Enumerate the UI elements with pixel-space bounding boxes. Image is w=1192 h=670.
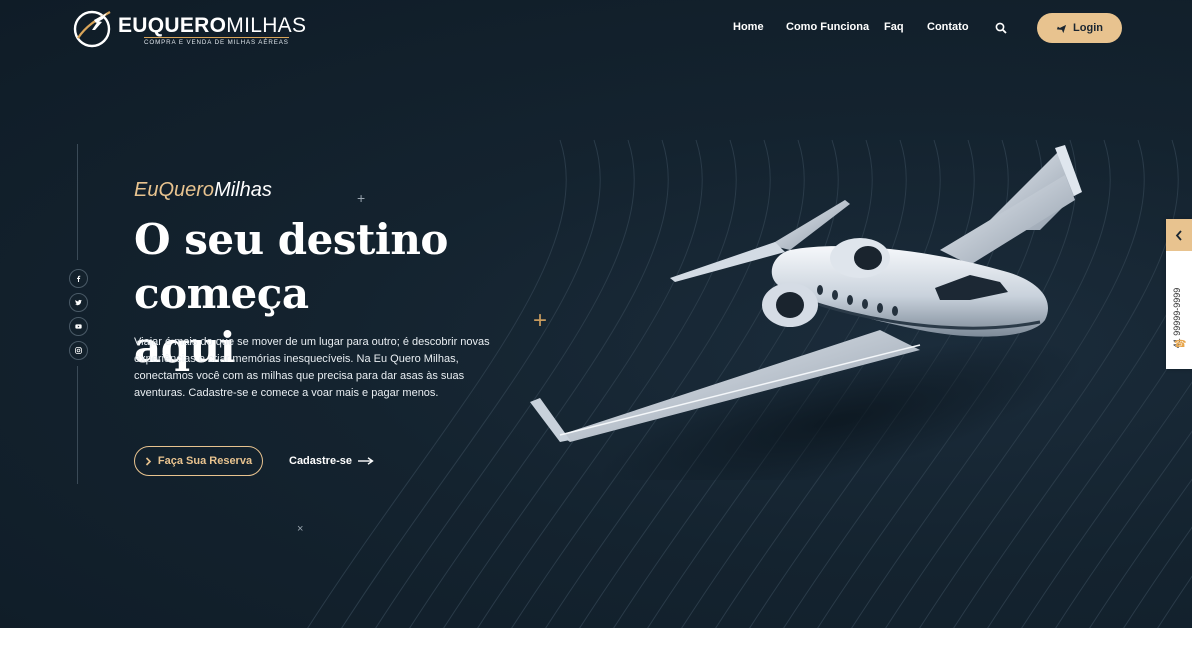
logo-name-bold: EUQUERO	[118, 14, 227, 37]
chevron-left-icon[interactable]	[1166, 219, 1192, 251]
eyebrow-gold: EuQuero	[134, 179, 215, 201]
hero-section: EUQUEROMILHAS COMPRA E VENDA DE MILHAS A…	[0, 0, 1192, 628]
nav-contato[interactable]: Contato	[927, 21, 969, 33]
signup-label: Cadastre-se	[289, 455, 352, 467]
plus-decoration-icon: +	[357, 190, 366, 206]
login-label: Login	[1073, 22, 1103, 34]
arrow-right-icon	[357, 457, 374, 465]
logo-name-light: MILHAS	[226, 14, 307, 37]
phone-icon: ☎	[1174, 339, 1187, 350]
rail-divider-top	[77, 144, 78, 260]
nav-faq[interactable]: Faq	[884, 21, 904, 33]
rail-divider-bottom	[77, 366, 78, 484]
decorative-line	[1123, 526, 1192, 628]
reserve-label: Faça Sua Reserva	[157, 455, 253, 467]
cross-decoration-icon: ×	[297, 523, 304, 535]
hero-description: Viajar é mais do que se mover de um luga…	[134, 336, 490, 399]
search-icon[interactable]	[995, 22, 1007, 34]
reserve-button[interactable]: Faça Sua Reserva	[134, 446, 263, 476]
chevron-right-icon	[145, 456, 152, 466]
eyebrow-white: Milhas	[214, 179, 272, 201]
headline-line-1: O seu destino começa	[134, 215, 448, 318]
login-button[interactable]: Login	[1037, 13, 1122, 43]
hero-eyebrow: EuQueroMilhas	[134, 179, 272, 202]
logo-wordmark: EUQUEROMILHAS	[118, 14, 306, 38]
private-jet-image	[530, 145, 1083, 480]
logo-plane-icon	[73, 10, 111, 48]
plane-icon	[1056, 24, 1067, 33]
logo-tagline: COMPRA E VENDA DE MILHAS AÉREAS	[144, 37, 289, 46]
nav-home[interactable]: Home	[733, 21, 764, 33]
signup-link[interactable]: Cadastre-se	[289, 455, 374, 467]
facebook-icon[interactable]	[69, 269, 88, 288]
twitter-icon[interactable]	[69, 293, 88, 312]
instagram-icon[interactable]	[69, 341, 88, 360]
contact-side-tab[interactable]: 41 99999-9999 ☎	[1166, 219, 1192, 369]
site-logo[interactable]: EUQUEROMILHAS COMPRA E VENDA DE MILHAS A…	[72, 8, 306, 50]
nav-como-funciona[interactable]: Como Funciona	[786, 21, 869, 33]
youtube-icon[interactable]	[69, 317, 88, 336]
